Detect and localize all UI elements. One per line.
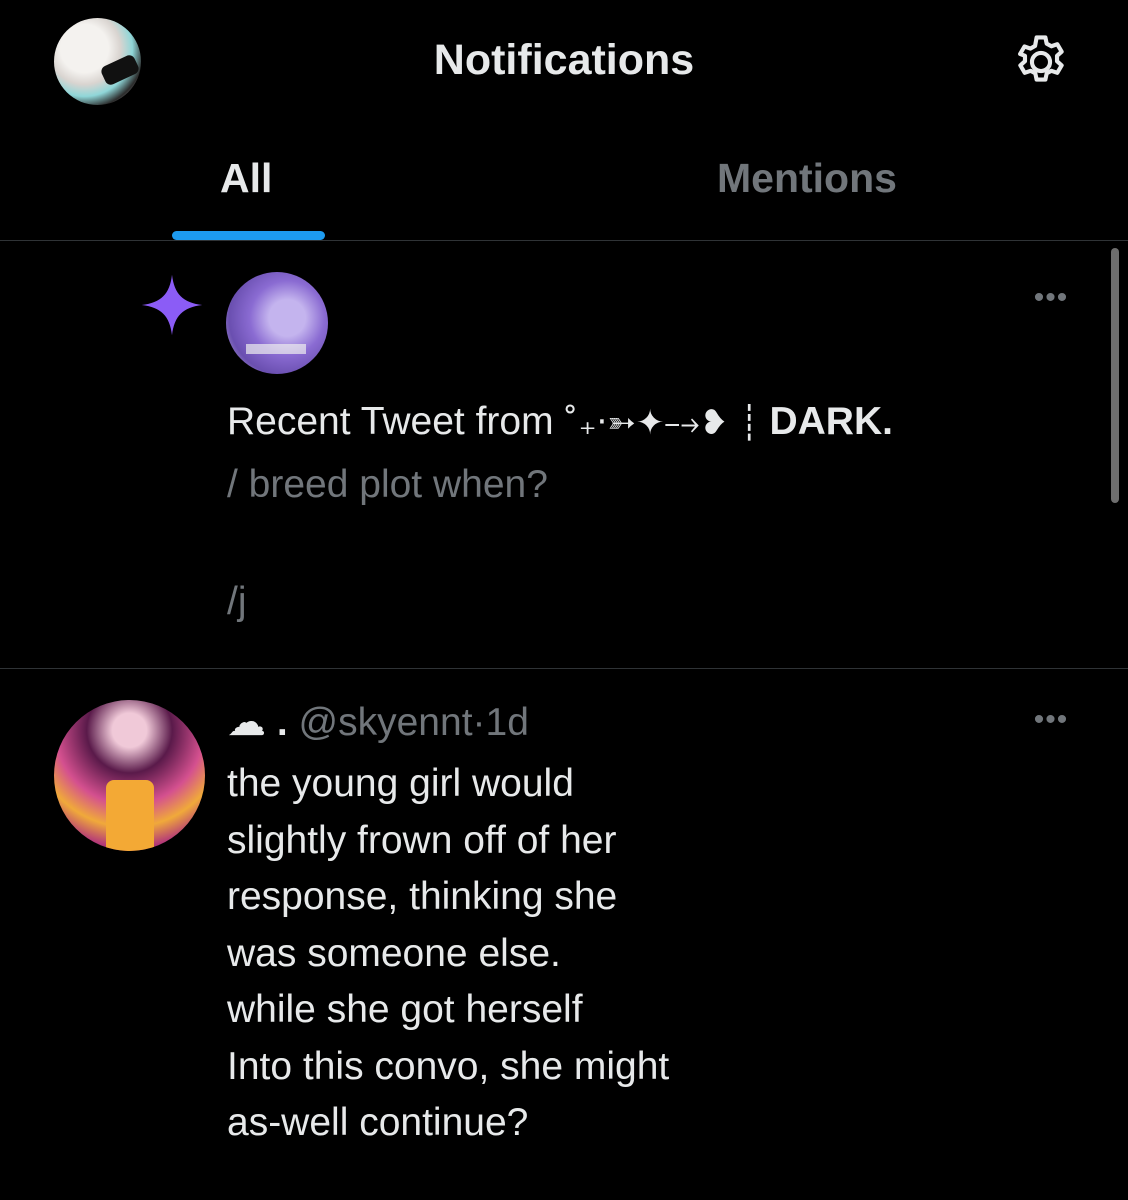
tweet-preview-line: /j — [227, 580, 247, 623]
tweet-text-line: while she got herself — [227, 988, 583, 1031]
tweet-text-line: Into this convo, she might — [227, 1044, 670, 1088]
tab-bar: All Mentions — [0, 125, 1128, 241]
tab-mentions[interactable]: Mentions — [717, 155, 897, 202]
tweet-text-line: slightly frown off of her — [227, 818, 617, 862]
user-handle[interactable]: @skyennt — [299, 701, 473, 744]
tweet-preview-line: / breed plot when? — [227, 463, 548, 506]
name-decoration: ˚₊‧➳✦⤍❥ ┊ — [561, 403, 760, 443]
notification-text[interactable]: Recent Tweet from ˚₊‧➳✦⤍❥ ┊ DARK. — [227, 400, 893, 444]
tweet-text-line: the young girl would — [227, 762, 574, 805]
more-options-icon[interactable]: ••• — [1026, 700, 1076, 740]
active-tab-indicator — [172, 231, 325, 240]
tweet-author-line: ☁ . @skyennt·1d — [227, 700, 529, 745]
cloud-icon: ☁ — [227, 700, 266, 745]
sparkle-icon — [141, 274, 203, 336]
display-name[interactable]: DARK. — [769, 400, 893, 443]
tweet-text[interactable]: the young girl would slightly frown off … — [227, 756, 927, 1152]
more-options-icon[interactable]: ••• — [1026, 278, 1076, 318]
tab-all[interactable]: All — [220, 155, 272, 202]
tweet-text-line: was someone else. — [227, 931, 561, 975]
separator: · — [472, 701, 486, 744]
timestamp[interactable]: 1d — [486, 701, 529, 744]
display-name[interactable]: . — [277, 701, 288, 744]
page-title: Notifications — [433, 36, 695, 84]
gear-icon[interactable] — [1010, 31, 1072, 93]
recent-tweet-prefix: Recent Tweet from — [227, 400, 554, 443]
tweet-text-line: response, thinking she — [227, 875, 618, 918]
top-app-bar: Notifications — [0, 0, 1128, 125]
avatar[interactable] — [226, 272, 328, 374]
avatar[interactable] — [54, 700, 205, 851]
tweet-text-line: as-well continue? — [227, 1101, 529, 1144]
